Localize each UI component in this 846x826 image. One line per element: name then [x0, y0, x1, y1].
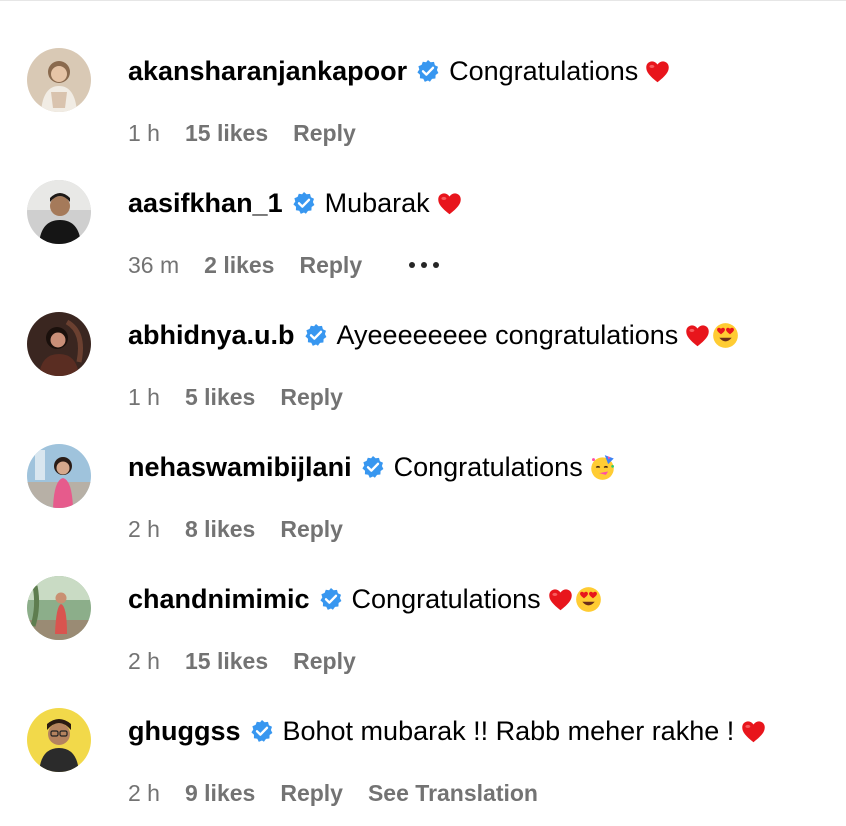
verified-badge-icon	[292, 191, 316, 215]
heart-emoji	[436, 190, 463, 217]
heart-emoji	[547, 586, 574, 613]
verified-badge-icon	[319, 587, 343, 611]
comment-item: aasifkhan_1 Mubarak 36 m 2 likes Reply	[0, 166, 846, 298]
comment-timestamp[interactable]: 1 h	[128, 120, 160, 147]
comment-username[interactable]: abhidnya.u.b	[128, 317, 295, 353]
comment-timestamp[interactable]: 36 m	[128, 252, 179, 279]
likes-count[interactable]: 5 likes	[185, 384, 255, 411]
avatar[interactable]	[27, 444, 91, 508]
heart-emoji	[644, 58, 671, 85]
likes-count[interactable]: 15 likes	[185, 648, 268, 675]
reply-button[interactable]: Reply	[280, 516, 343, 543]
comment-item: abhidnya.u.b Ayeeeeeeee congratulations …	[0, 298, 846, 430]
comment-timestamp[interactable]: 2 h	[128, 648, 160, 675]
verified-badge-icon	[416, 59, 440, 83]
comment-text: Bohot mubarak !! Rabb meher rakhe !	[282, 716, 735, 746]
comment-text: Mubarak	[324, 188, 430, 218]
comment-username[interactable]: nehaswamibijlani	[128, 449, 352, 485]
comment-item: ghuggss Bohot mubarak !! Rabb meher rakh…	[0, 694, 846, 826]
likes-count[interactable]: 2 likes	[204, 252, 274, 279]
comment-timestamp[interactable]: 2 h	[128, 516, 160, 543]
top-divider	[0, 0, 846, 1]
reply-button[interactable]: Reply	[280, 780, 343, 807]
party-face-emoji	[589, 454, 616, 481]
comment-text: Congratulations	[393, 452, 583, 482]
comment-text: Ayeeeeeeee congratulations	[336, 320, 679, 350]
comment-item: nehaswamibijlani Congratulations 2 h 8 l…	[0, 430, 846, 562]
see-translation-button[interactable]: See Translation	[368, 780, 538, 807]
likes-count[interactable]: 9 likes	[185, 780, 255, 807]
comment-timestamp[interactable]: 2 h	[128, 780, 160, 807]
comment-item: akansharanjankapoor Congratulations 1 h …	[0, 34, 846, 166]
avatar[interactable]	[27, 576, 91, 640]
comment-timestamp[interactable]: 1 h	[128, 384, 160, 411]
reply-button[interactable]: Reply	[293, 648, 356, 675]
reply-button[interactable]: Reply	[280, 384, 343, 411]
heart-eyes-emoji	[712, 322, 739, 349]
likes-count[interactable]: 8 likes	[185, 516, 255, 543]
heart-emoji	[740, 718, 767, 745]
comment-username[interactable]: chandnimimic	[128, 581, 310, 617]
avatar[interactable]	[27, 708, 91, 772]
heart-emoji	[684, 322, 711, 349]
comment-username[interactable]: ghuggss	[128, 713, 241, 749]
comment-text: Congratulations	[351, 584, 541, 614]
comment-text: Congratulations	[449, 56, 639, 86]
avatar[interactable]	[27, 180, 91, 244]
likes-count[interactable]: 15 likes	[185, 120, 268, 147]
comment-username[interactable]: aasifkhan_1	[128, 185, 283, 221]
comment-username[interactable]: akansharanjankapoor	[128, 53, 407, 89]
avatar[interactable]	[27, 48, 91, 112]
verified-badge-icon	[250, 719, 274, 743]
heart-eyes-emoji	[575, 586, 602, 613]
verified-badge-icon	[304, 323, 328, 347]
reply-button[interactable]: Reply	[299, 252, 362, 279]
avatar[interactable]	[27, 312, 91, 376]
comment-item: chandnimimic Congratulations 2 h 15 like…	[0, 562, 846, 694]
reply-button[interactable]: Reply	[293, 120, 356, 147]
ellipsis-icon[interactable]	[407, 260, 441, 270]
verified-badge-icon	[361, 455, 385, 479]
